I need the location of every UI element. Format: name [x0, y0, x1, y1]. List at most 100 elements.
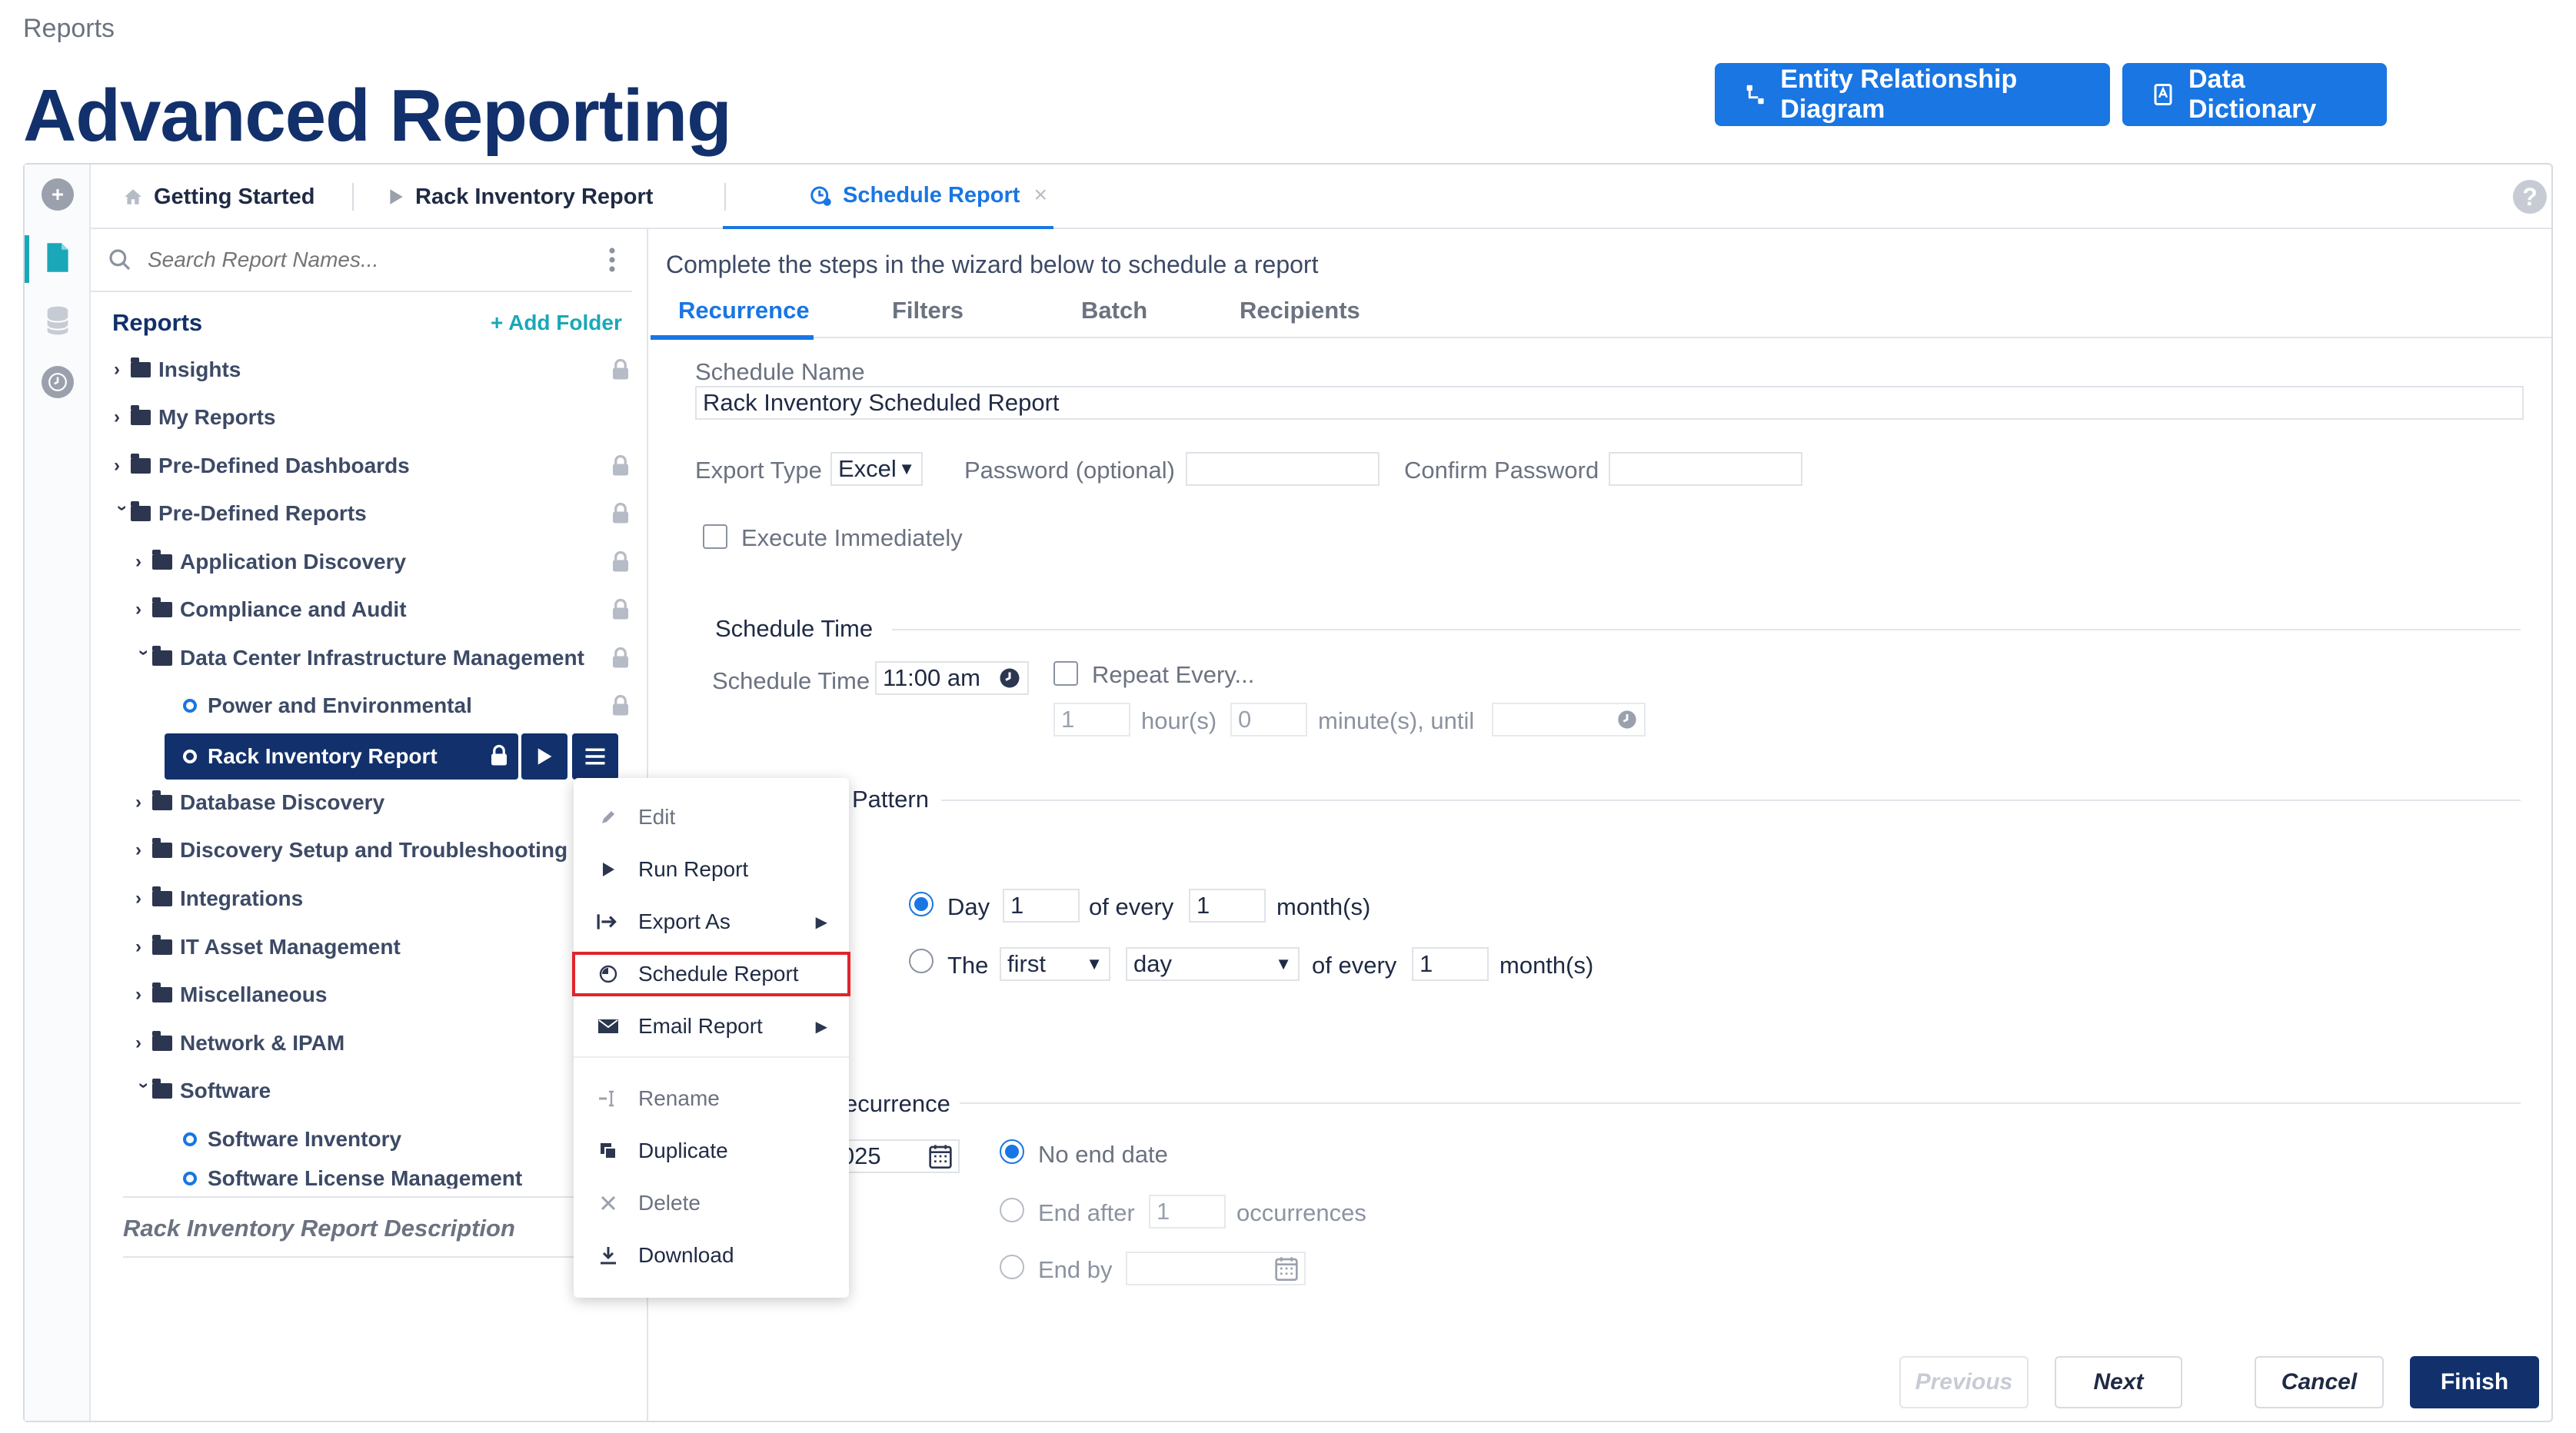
schedule-name-input[interactable]: Rack Inventory Scheduled Report — [695, 386, 2524, 420]
tree-folder-application-discovery[interactable]: › Application Discovery — [135, 543, 631, 581]
tree-folder-integrations[interactable]: › Integrations — [135, 879, 631, 918]
end-by-radio[interactable] — [1000, 1255, 1024, 1279]
help-icon[interactable]: ? — [2513, 180, 2547, 214]
chevron-right-icon[interactable]: › — [135, 551, 152, 573]
end-after-input[interactable]: 1 — [1149, 1195, 1226, 1229]
previous-button[interactable]: Previous — [1899, 1356, 2029, 1408]
data-dictionary-button[interactable]: Data Dictionary — [2122, 63, 2387, 126]
tree-folder-discovery-setup[interactable]: › Discovery Setup and Troubleshooting — [135, 831, 631, 869]
tree-label: Pre-Defined Reports — [158, 501, 367, 525]
pattern-the-radio[interactable] — [909, 949, 934, 973]
step-tab-recurrence[interactable]: Recurrence — [678, 297, 810, 324]
tree-report-software-inventory[interactable]: Software Inventory — [183, 1120, 631, 1159]
folder-icon — [152, 935, 172, 955]
database-icon[interactable] — [42, 304, 74, 337]
confirm-password-input[interactable] — [1609, 452, 1802, 486]
menu-item-rename[interactable]: Rename — [574, 1075, 849, 1122]
repeat-every-checkbox[interactable] — [1053, 661, 1078, 686]
finish-button[interactable]: Finish — [2410, 1356, 2539, 1408]
chevron-right-icon[interactable]: › — [135, 1032, 152, 1054]
tree-folder-software[interactable]: › Software — [133, 1072, 631, 1110]
chevron-right-icon[interactable]: › — [135, 888, 152, 909]
tree-folder-pre-defined-dashboards[interactable]: › Pre-Defined Dashboards — [114, 447, 631, 485]
tree-folder-insights[interactable]: › Insights — [114, 351, 631, 389]
chevron-right-icon[interactable]: › — [114, 359, 131, 381]
next-button[interactable]: Next — [2055, 1356, 2182, 1408]
calendar-icon[interactable] — [929, 1144, 952, 1169]
pattern-day-radio[interactable] — [909, 892, 934, 916]
chevron-right-icon[interactable]: › — [135, 599, 152, 620]
menu-item-download[interactable]: Download — [574, 1232, 849, 1279]
close-icon[interactable]: × — [1033, 182, 1047, 208]
tree-report-rack-inventory-selected[interactable]: Rack Inventory Report — [165, 733, 518, 780]
run-report-button[interactable] — [521, 733, 567, 780]
search-icon — [109, 249, 131, 271]
folder-icon — [152, 597, 172, 617]
clock-icon[interactable] — [1616, 709, 1638, 730]
chevron-down-icon[interactable]: › — [133, 650, 155, 667]
tree-folder-pre-defined-reports[interactable]: › Pre-Defined Reports — [111, 494, 631, 533]
weekday-select[interactable]: day ▼ — [1126, 947, 1300, 981]
tab-getting-started[interactable]: Getting Started — [123, 165, 315, 229]
chevron-right-icon[interactable]: › — [135, 936, 152, 958]
end-by-date-input[interactable] — [1126, 1252, 1306, 1285]
chevron-right-icon[interactable]: › — [114, 407, 131, 428]
add-icon[interactable] — [42, 178, 74, 211]
menu-item-duplicate[interactable]: Duplicate — [574, 1127, 849, 1175]
tab-rack-inventory-report[interactable]: Rack Inventory Report — [388, 165, 653, 229]
more-vertical-icon[interactable] — [607, 246, 617, 274]
password-input[interactable] — [1186, 452, 1380, 486]
of-every-input[interactable]: 1 — [1189, 889, 1266, 923]
ordinal-select[interactable]: first ▼ — [1000, 947, 1110, 981]
clock-icon[interactable] — [998, 667, 1021, 690]
menu-item-email-report[interactable]: Email Report ▶ — [574, 1002, 849, 1050]
tree-folder-my-reports[interactable]: › My Reports — [114, 398, 631, 437]
breadcrumb[interactable]: Reports — [23, 14, 115, 44]
add-folder-link[interactable]: + Add Folder — [491, 311, 622, 335]
step-tab-recipients[interactable]: Recipients — [1240, 297, 1360, 324]
folder-icon — [131, 454, 151, 474]
tree-folder-database-discovery[interactable]: › Database Discovery — [135, 783, 631, 822]
end-after-radio[interactable] — [1000, 1198, 1024, 1222]
step-tab-batch[interactable]: Batch — [1081, 297, 1147, 324]
day-input[interactable]: 1 — [1003, 889, 1080, 923]
tree-folder-dcim[interactable]: › Data Center Infrastructure Management — [133, 639, 631, 677]
chevron-right-icon[interactable]: › — [135, 984, 152, 1006]
play-icon — [390, 189, 403, 204]
chevron-right-icon[interactable]: › — [135, 792, 152, 813]
tree-report-software-license-management[interactable]: Software License Management — [183, 1169, 631, 1189]
tree-report-power-and-environmental[interactable]: Power and Environmental — [183, 687, 631, 725]
menu-item-label: Duplicate — [638, 1139, 728, 1162]
repeat-until-input[interactable] — [1492, 703, 1646, 736]
tree-folder-network-ipam[interactable]: › Network & IPAM — [135, 1024, 631, 1062]
envelope-icon — [597, 1018, 620, 1035]
chevron-down-icon[interactable]: › — [133, 1082, 155, 1099]
report-file-icon[interactable] — [42, 241, 74, 274]
tree-folder-compliance-and-audit[interactable]: › Compliance and Audit — [135, 590, 631, 629]
menu-item-delete[interactable]: Delete — [574, 1179, 849, 1227]
entity-relationship-diagram-button[interactable]: Entity Relationship Diagram — [1715, 63, 2110, 126]
of-every-input-2[interactable]: 1 — [1412, 947, 1489, 981]
repeat-minutes-input[interactable]: 0 — [1230, 703, 1307, 736]
no-end-date-radio[interactable] — [1000, 1139, 1024, 1164]
tree-folder-it-asset-management[interactable]: › IT Asset Management — [135, 928, 631, 966]
report-menu-button[interactable] — [572, 733, 618, 780]
cancel-button[interactable]: Cancel — [2255, 1356, 2384, 1408]
execute-immediately-checkbox[interactable] — [703, 524, 727, 549]
menu-item-edit[interactable]: Edit — [574, 793, 849, 841]
menu-item-export-as[interactable]: Export As ▶ — [574, 898, 849, 946]
export-type-select[interactable]: Excel ▼ — [830, 452, 923, 486]
step-tab-filters[interactable]: Filters — [892, 297, 964, 324]
tab-schedule-report[interactable]: Schedule Report × — [723, 165, 1053, 229]
chevron-right-icon[interactable]: › — [114, 455, 131, 477]
repeat-hours-input[interactable]: 1 — [1053, 703, 1130, 736]
chevron-right-icon[interactable]: › — [135, 840, 152, 861]
clock-icon[interactable] — [42, 366, 74, 398]
chevron-down-icon[interactable]: › — [111, 505, 133, 522]
tree-folder-miscellaneous[interactable]: › Miscellaneous — [135, 976, 631, 1014]
schedule-time-input[interactable]: 11:00 am — [875, 661, 1029, 695]
search-input[interactable] — [148, 243, 578, 277]
folder-icon — [152, 1079, 172, 1099]
menu-item-run-report[interactable]: Run Report — [574, 846, 849, 893]
calendar-icon[interactable] — [1275, 1256, 1298, 1281]
